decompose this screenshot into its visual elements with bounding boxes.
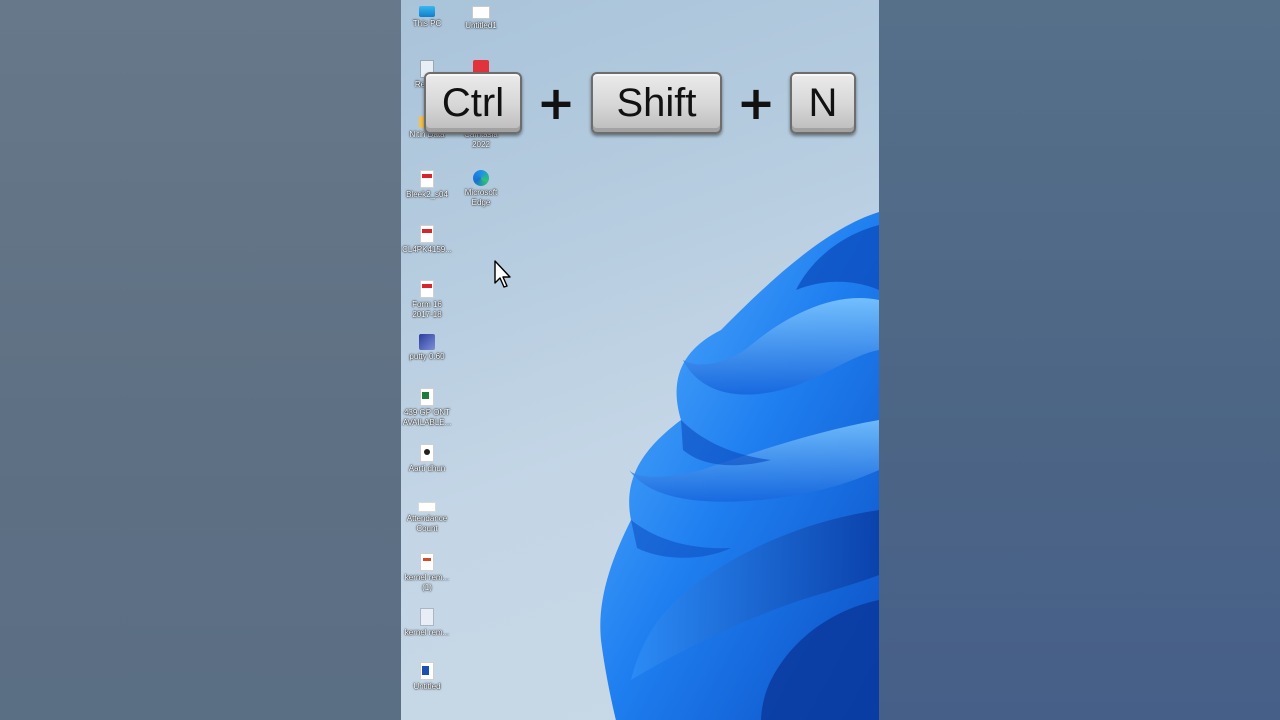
right-blurred-background — [879, 0, 1280, 720]
desktop-icon-untitled1[interactable]: Untitled1 — [453, 6, 509, 31]
blank-file-icon — [472, 6, 490, 19]
excel-icon — [420, 388, 434, 406]
plus-sign-1: + — [536, 76, 576, 130]
mouse-pointer-icon — [494, 260, 511, 288]
desktop-icon-kernel-rem[interactable]: kernel rem... — [401, 608, 455, 638]
desktop-icon-putty[interactable]: putty 0.60 — [401, 334, 455, 362]
edge-icon — [473, 170, 489, 186]
key-shift: Shift — [591, 72, 722, 134]
left-blurred-background — [0, 0, 401, 720]
media-file-icon — [420, 444, 434, 462]
key-ctrl: Ctrl — [424, 72, 522, 134]
desktop-icon-form-16[interactable]: Form 16 2017-18 — [401, 280, 455, 320]
desktop-icon-this-pc[interactable]: This PC — [401, 6, 455, 29]
plus-sign-2: + — [736, 76, 776, 130]
document-icon — [420, 608, 434, 626]
word-file-icon — [420, 662, 434, 680]
desktop-icon-untitled[interactable]: Untitled — [401, 662, 455, 692]
computer-icon — [419, 6, 435, 17]
pdf-icon — [420, 225, 434, 243]
desktop-icon-bleek2[interactable]: Bleek2_s04 — [401, 170, 455, 200]
desktop-icon-kernel-rem-1[interactable]: kernel rem... (1) — [401, 553, 455, 593]
white-file-icon — [418, 502, 436, 512]
desktop-icon-439-gp-ont[interactable]: 439 GP ONT AVAILABLE... — [401, 388, 455, 428]
desktop-icon-cl4pk[interactable]: CL4PK4159... — [401, 225, 455, 255]
desktop-icon-microsoft-edge[interactable]: Microsoft Edge — [453, 170, 509, 208]
kernel-file-icon — [420, 553, 434, 571]
desktop-icon-attendance-count[interactable]: Attendance Count — [401, 498, 455, 534]
pdf-icon — [420, 280, 434, 298]
desktop-icon-aarti-dhun[interactable]: Aarti dhun — [401, 444, 455, 474]
pdf-icon — [420, 170, 434, 188]
putty-icon — [419, 334, 435, 350]
key-n: N — [790, 72, 856, 134]
